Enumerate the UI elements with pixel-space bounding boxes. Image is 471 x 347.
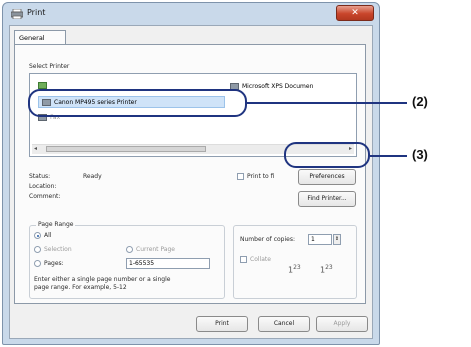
collate-icon: 123 [320, 264, 333, 275]
collate-label: Collate [250, 256, 271, 263]
printer-item-label: Microsoft XPS Documen [242, 83, 314, 90]
page-range-help-line2: page range. For example, 5-12 [34, 284, 127, 291]
printer-item-xps[interactable]: Microsoft XPS Documen [230, 83, 313, 90]
callout-printer-ring [28, 89, 247, 117]
callout-label-3: (3) [412, 147, 428, 162]
status-value: Ready [83, 173, 102, 180]
add-printer-icon [38, 82, 47, 89]
scroll-thumb[interactable] [46, 146, 206, 152]
copies-group: Number of copies: 1 ⇕ Collate 123 123 [233, 225, 357, 299]
print-button[interactable]: Print [196, 316, 248, 332]
select-printer-label: Select Printer [29, 63, 70, 70]
print-to-file-checkbox[interactable] [237, 173, 244, 180]
find-printer-button[interactable]: Find Printer... [298, 191, 356, 207]
selection-label: Selection [44, 246, 72, 253]
copies-label: Number of copies: [240, 236, 295, 243]
callout-preferences-ring [284, 142, 370, 168]
general-panel: Select Printer Microsoft XPS Documen Can… [14, 44, 366, 304]
close-button[interactable]: ✕ [336, 5, 374, 21]
print-dialog: Print ✕ General Select Printer Microsoft… [2, 2, 380, 345]
callout-leader-2 [247, 102, 407, 104]
pages-radio[interactable] [34, 260, 41, 267]
collate-icon: 123 [288, 264, 301, 275]
printer-icon [11, 9, 23, 19]
printer-item-add[interactable] [38, 82, 50, 89]
page-range-help-line1: Enter either a single page number or a s… [34, 276, 171, 283]
tab-general[interactable]: General [14, 30, 66, 45]
callout-leader-3 [370, 155, 407, 157]
current-page-radio[interactable] [126, 246, 133, 253]
apply-button[interactable]: Apply [316, 316, 368, 332]
all-label: All [44, 232, 52, 239]
selection-radio[interactable] [34, 246, 41, 253]
print-to-file-label: Print to fi [247, 173, 275, 180]
location-label: Location: [29, 183, 57, 190]
cancel-button[interactable]: Cancel [258, 316, 310, 332]
current-page-label: Current Page [136, 246, 175, 253]
preferences-button[interactable]: Preferences [298, 169, 356, 185]
copies-input[interactable]: 1 [308, 234, 332, 245]
page-range-title: Page Range [36, 221, 76, 228]
copies-spinner[interactable]: ⇕ [333, 234, 341, 245]
pages-input[interactable]: 1-65535 [126, 258, 210, 269]
scroll-left-icon[interactable]: ◂ [34, 145, 37, 152]
pages-label: Pages: [44, 260, 64, 267]
window-title: Print [27, 8, 46, 17]
dialog-client: General Select Printer Microsoft XPS Doc… [9, 25, 373, 339]
all-radio[interactable] [34, 232, 41, 239]
title-bar: Print ✕ [3, 3, 379, 25]
page-range-group: Page Range All Selection Current Page Pa… [29, 221, 225, 299]
comment-label: Comment: [29, 193, 61, 200]
collate-checkbox[interactable] [240, 256, 247, 263]
status-label: Status: [29, 173, 51, 180]
callout-label-2: (2) [412, 94, 428, 109]
